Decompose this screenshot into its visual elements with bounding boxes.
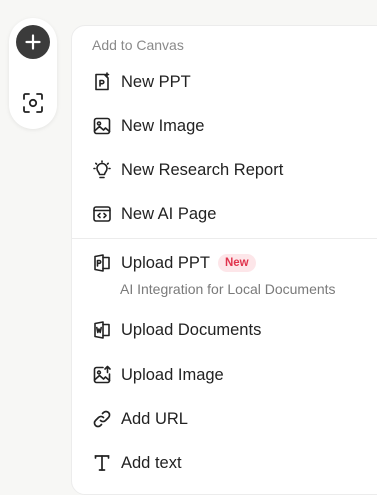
menu-item-upload-image[interactable]: Upload Image (92, 360, 377, 390)
menu-item-new-image[interactable]: New Image (92, 111, 377, 141)
add-to-canvas-menu: Add to Canvas New PPT New Image New Rese… (71, 25, 377, 495)
add-button[interactable] (16, 25, 50, 59)
menu-item-add-url[interactable]: Add URL (92, 404, 377, 434)
menu-divider (72, 238, 377, 239)
menu-item-label: New PPT (121, 72, 191, 91)
menu-item-label: Add URL (121, 409, 188, 428)
menu-heading: Add to Canvas (92, 37, 184, 53)
menu-item-label: New AI Page (121, 204, 217, 223)
menu-item-new-ai-page[interactable]: New AI Page (92, 199, 377, 229)
link-icon (92, 409, 112, 429)
upload-image-icon (92, 365, 112, 385)
word-doc-icon (92, 320, 112, 340)
menu-item-label: Upload Image (121, 365, 224, 384)
menu-item-new-ppt[interactable]: New PPT (92, 67, 377, 97)
menu-item-label: Upload PPT (121, 253, 210, 272)
upload-ppt-icon (92, 253, 112, 273)
menu-item-add-text[interactable]: Add text (92, 448, 377, 478)
menu-item-label: New Research Report (121, 160, 284, 179)
menu-item-upload-documents[interactable]: Upload Documents (92, 315, 377, 345)
image-icon (92, 116, 112, 136)
menu-item-upload-ppt[interactable]: Upload PPT New (92, 248, 377, 278)
menu-item-new-research-report[interactable]: New Research Report (92, 155, 377, 185)
new-badge: New (217, 254, 256, 272)
menu-item-label: New Image (121, 116, 205, 135)
menu-item-label: Add text (121, 453, 182, 472)
scan-icon (22, 92, 44, 114)
plus-icon (25, 34, 41, 50)
text-icon (92, 453, 112, 473)
lightbulb-icon (92, 160, 112, 180)
canvas-toolbar (9, 18, 57, 129)
menu-item-description: AI Integration for Local Documents (120, 281, 336, 297)
code-page-icon (92, 204, 112, 224)
scan-button[interactable] (21, 91, 45, 115)
menu-item-label: Upload Documents (121, 320, 262, 339)
ppt-icon (92, 72, 112, 92)
